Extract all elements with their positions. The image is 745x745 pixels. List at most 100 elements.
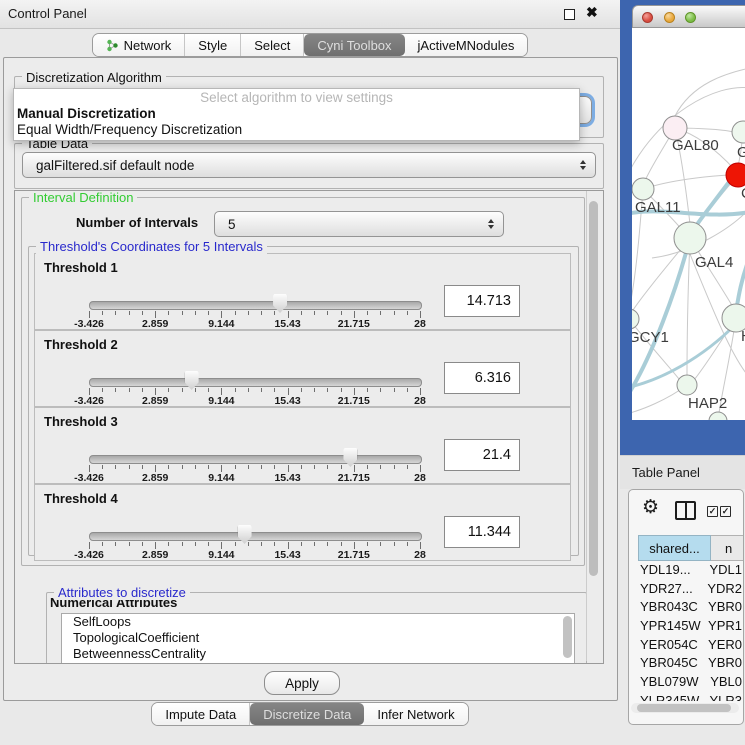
dropdown-option-manual-discretization[interactable]: Manual Discretization — [14, 106, 579, 122]
tab-infer-network[interactable]: Infer Network — [364, 703, 467, 725]
slider-track — [89, 455, 422, 464]
spinner-arrows-icon[interactable] — [488, 219, 494, 229]
control-panel-titlebar: Control Panel ✖ — [0, 0, 620, 29]
table-row[interactable]: YDL19...YDL1 — [638, 561, 742, 580]
table-panel-title: Table Panel — [632, 456, 700, 489]
num-intervals-value: 5 — [228, 212, 236, 236]
cell-shared-name: YBR043C — [638, 598, 706, 617]
attribute-item[interactable]: BetweennessCentrality — [62, 646, 574, 662]
tab-jactivemnodules[interactable]: jActiveMNodules — [405, 34, 528, 56]
cell-shared-name: YBL079W — [638, 673, 708, 692]
network-node-label: GAL80 — [672, 137, 719, 154]
tick-label: 2.859 — [142, 472, 168, 484]
table-row[interactable]: YLR345WYLR3 — [638, 692, 742, 701]
scrollbar-thumb[interactable] — [589, 201, 598, 576]
close-icon[interactable]: ✖ — [586, 4, 598, 21]
zoom-traffic-light-icon[interactable] — [685, 12, 696, 23]
table-row[interactable]: YPR145WYPR1 — [638, 617, 742, 636]
threshold-row: Threshold 4-3.4262.8599.14415.4321.71528… — [34, 484, 571, 561]
apply-button[interactable]: Apply — [264, 671, 340, 695]
close-traffic-light-icon[interactable] — [642, 12, 653, 23]
cell-shared-name: YPR145W — [638, 617, 706, 636]
network-node-label: G — [737, 144, 745, 161]
cell-name: YBR0 — [706, 598, 742, 617]
threshold-value-field[interactable]: 21.4 — [444, 439, 520, 471]
tab-network[interactable]: Network — [93, 34, 186, 56]
dropdown-option-equal-width-frequency-discretization[interactable]: Equal Width/Frequency Discretization — [14, 122, 579, 138]
thresholds-group-title: Threshold's Coordinates for 5 Intervals — [36, 239, 267, 254]
checkbox-icon[interactable]: ✓ — [720, 506, 731, 517]
split-table-icon[interactable] — [675, 501, 696, 520]
threshold-value-field[interactable]: 11.344 — [444, 516, 520, 548]
table-data-combobox[interactable]: galFiltered.sif default node — [22, 152, 596, 178]
tab-discretize-data[interactable]: Discretize Data — [250, 703, 364, 725]
table-panel-bar: Table Panel — [620, 455, 745, 489]
interval-group-title: Interval Definition — [29, 190, 137, 205]
checkbox-icon[interactable]: ✓ — [707, 506, 718, 517]
tick-label: -3.426 — [74, 549, 104, 561]
tab-label: Style — [198, 38, 227, 53]
algorithm-dropdown-popup: Select algorithm to view settings Manual… — [13, 88, 580, 141]
threshold-value-field[interactable]: 14.713 — [444, 285, 520, 317]
threshold-value-field[interactable]: 6.316 — [444, 362, 520, 394]
network-node[interactable] — [709, 412, 727, 420]
tick-label: 2.859 — [142, 395, 168, 407]
table-row[interactable]: YBR045CYBR0 — [638, 654, 742, 673]
threshold-label: Threshold 1 — [44, 260, 118, 275]
float-window-icon[interactable] — [564, 9, 575, 20]
table-row[interactable]: YER054CYER0 — [638, 636, 742, 655]
tick-label: -3.426 — [74, 318, 104, 330]
screen: Control Panel ✖ Network Style SelectCyni T… — [0, 0, 745, 745]
column-header-shared[interactable]: shared... — [638, 535, 711, 561]
network-node-label: GAL11 — [635, 199, 681, 216]
column-header-name[interactable]: n — [711, 535, 744, 561]
attribute-item[interactable]: TopologicalCoefficient — [62, 630, 574, 646]
tick-label: 21.715 — [338, 318, 370, 330]
network-graph: GAL80GCGAL11GAL4GCY1HHAP2 — [632, 28, 745, 420]
tick-label: -3.426 — [74, 395, 104, 407]
attribute-item[interactable]: SelfLoops — [62, 614, 574, 630]
network-node-hap2[interactable] — [677, 375, 697, 395]
network-node-gal4[interactable] — [674, 222, 706, 254]
gear-icon[interactable]: ⚙ — [642, 496, 659, 518]
tick-label: 2.859 — [142, 549, 168, 561]
slider-track — [89, 378, 422, 387]
tick-label: 9.144 — [208, 472, 234, 484]
network-node-gcy1[interactable] — [632, 309, 639, 329]
tab-impute-data[interactable]: Impute Data — [152, 703, 250, 725]
tick-label: 15.43 — [274, 395, 300, 407]
table-row[interactable]: YBR043CYBR0 — [638, 598, 742, 617]
threshold-row: Threshold 1-3.4262.8599.14415.4321.71528… — [34, 253, 571, 330]
numerical-attributes-list[interactable]: SelfLoopsTopologicalCoefficientBetweenne… — [61, 613, 575, 664]
network-node-label: GAL4 — [695, 254, 733, 271]
tick-label: 21.715 — [338, 549, 370, 561]
tab-cyni-toolbox[interactable]: Cyni Toolbox — [304, 34, 404, 56]
minimize-traffic-light-icon[interactable] — [664, 12, 675, 23]
settings-scrollbar[interactable] — [586, 191, 601, 661]
tab-style[interactable]: Style — [185, 34, 241, 56]
network-node-gal11[interactable] — [632, 178, 654, 200]
table-row[interactable]: YBL079WYBL0 — [638, 673, 742, 692]
tick-label: 9.144 — [208, 549, 234, 561]
threshold-label: Threshold 4 — [44, 491, 118, 506]
top-tab-row: Network Style SelectCyni ToolboxjActiveMNo… — [92, 33, 529, 57]
network-view-canvas[interactable]: GAL80GCGAL11GAL4GCY1HHAP2 — [632, 28, 745, 420]
tick-label: 21.715 — [338, 472, 370, 484]
cell-name: YDL1 — [707, 561, 742, 580]
tick-label: 9.144 — [208, 318, 234, 330]
tick-label: 15.43 — [274, 472, 300, 484]
list-scrollbar[interactable] — [563, 616, 572, 658]
hscrollbar-thumb[interactable] — [637, 704, 731, 712]
spinner-arrows-icon[interactable] — [580, 160, 586, 170]
table-panel: ⚙ ✓ ✓ shared... n YDL19...YDL1YDR27...YD… — [628, 489, 744, 725]
num-intervals-spinner[interactable]: 5 — [214, 211, 504, 237]
network-node-g[interactable] — [732, 121, 745, 143]
tab-select[interactable]: Select — [241, 34, 304, 56]
network-node-label: H — [741, 328, 745, 345]
table-row[interactable]: YDR27...YDR2 — [638, 580, 742, 599]
network-node-c[interactable] — [726, 163, 745, 187]
table-hscrollbar[interactable] — [631, 703, 739, 713]
tick-label: -3.426 — [74, 472, 104, 484]
tick-label: 9.144 — [208, 395, 234, 407]
cell-name: YBR0 — [706, 654, 742, 673]
